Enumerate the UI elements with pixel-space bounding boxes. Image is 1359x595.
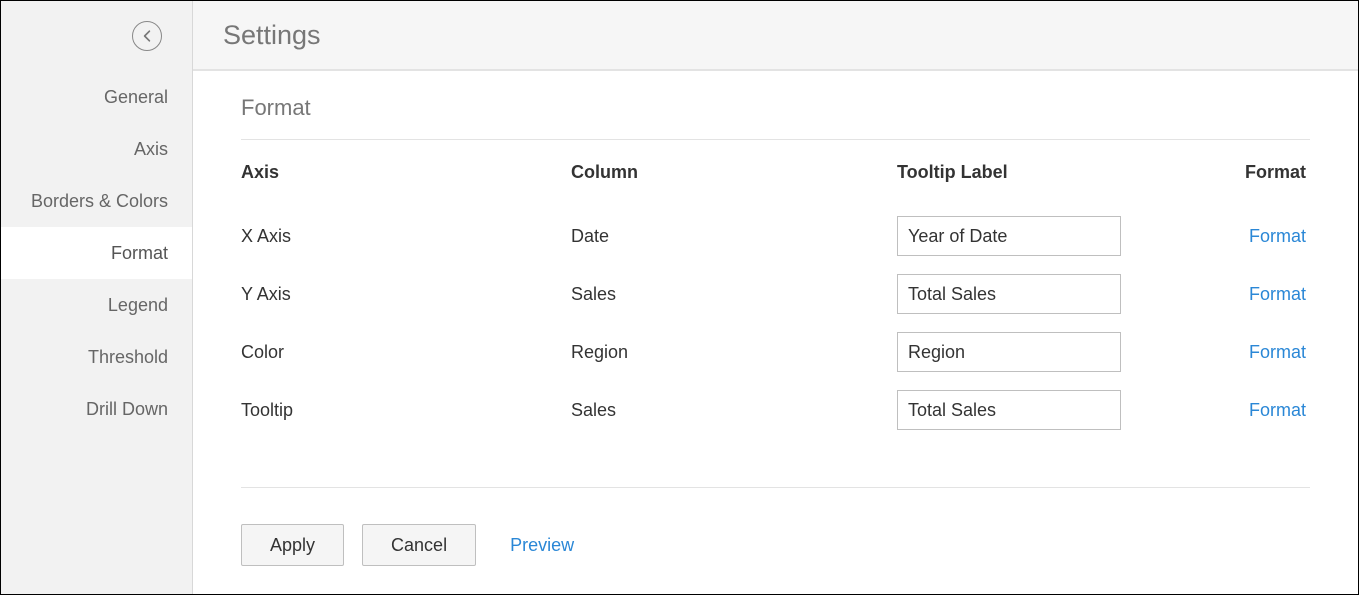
sidebar-item-borders-colors[interactable]: Borders & Colors (1, 175, 192, 227)
sidebar-item-format[interactable]: Format (1, 227, 192, 279)
cell-column: Sales (571, 400, 897, 421)
table-header: Axis Column Tooltip Label Format (241, 162, 1310, 183)
cell-axis: Tooltip (241, 400, 571, 421)
cell-format: Format (1223, 342, 1310, 363)
col-header-format: Format (1223, 162, 1310, 183)
cell-axis: Y Axis (241, 284, 571, 305)
page-title: Settings (223, 20, 321, 51)
back-button[interactable] (132, 21, 162, 51)
cell-format: Format (1223, 226, 1310, 247)
table-row: Color Region Format (241, 323, 1310, 381)
cell-axis: Color (241, 342, 571, 363)
col-header-column: Column (571, 162, 897, 183)
format-link[interactable]: Format (1249, 284, 1306, 304)
cell-tooltip (897, 274, 1223, 314)
divider (241, 487, 1310, 488)
table-row: Tooltip Sales Format (241, 381, 1310, 439)
chevron-left-icon (141, 30, 153, 42)
cell-tooltip (897, 216, 1223, 256)
tooltip-label-input[interactable] (897, 332, 1121, 372)
format-link[interactable]: Format (1249, 342, 1306, 362)
sidebar-item-axis[interactable]: Axis (1, 123, 192, 175)
cell-column: Sales (571, 284, 897, 305)
sidebar-item-drill-down[interactable]: Drill Down (1, 383, 192, 435)
format-link[interactable]: Format (1249, 400, 1306, 420)
cell-format: Format (1223, 284, 1310, 305)
main: Settings Format Axis Column Tooltip Labe… (193, 1, 1358, 594)
apply-button[interactable]: Apply (241, 524, 344, 566)
cell-tooltip (897, 332, 1223, 372)
table-row: X Axis Date Format (241, 207, 1310, 265)
format-link[interactable]: Format (1249, 226, 1306, 246)
header: Settings (193, 1, 1358, 71)
footer: Apply Cancel Preview (241, 524, 1310, 590)
format-table: Axis Column Tooltip Label Format X Axis … (241, 162, 1310, 439)
sidebar: General Axis Borders & Colors Format Leg… (1, 1, 193, 594)
cell-format: Format (1223, 400, 1310, 421)
cell-tooltip (897, 390, 1223, 430)
sidebar-item-legend[interactable]: Legend (1, 279, 192, 331)
section-title: Format (241, 95, 1310, 140)
cancel-button[interactable]: Cancel (362, 524, 476, 566)
table-row: Y Axis Sales Format (241, 265, 1310, 323)
preview-link[interactable]: Preview (510, 535, 574, 556)
cell-column: Date (571, 226, 897, 247)
tooltip-label-input[interactable] (897, 274, 1121, 314)
content: Format Axis Column Tooltip Label Format … (193, 71, 1358, 594)
tooltip-label-input[interactable] (897, 390, 1121, 430)
cell-axis: X Axis (241, 226, 571, 247)
sidebar-item-general[interactable]: General (1, 71, 192, 123)
cell-column: Region (571, 342, 897, 363)
tooltip-label-input[interactable] (897, 216, 1121, 256)
sidebar-item-threshold[interactable]: Threshold (1, 331, 192, 383)
back-row (1, 1, 192, 71)
col-header-tooltip-label: Tooltip Label (897, 162, 1223, 183)
col-header-axis: Axis (241, 162, 571, 183)
